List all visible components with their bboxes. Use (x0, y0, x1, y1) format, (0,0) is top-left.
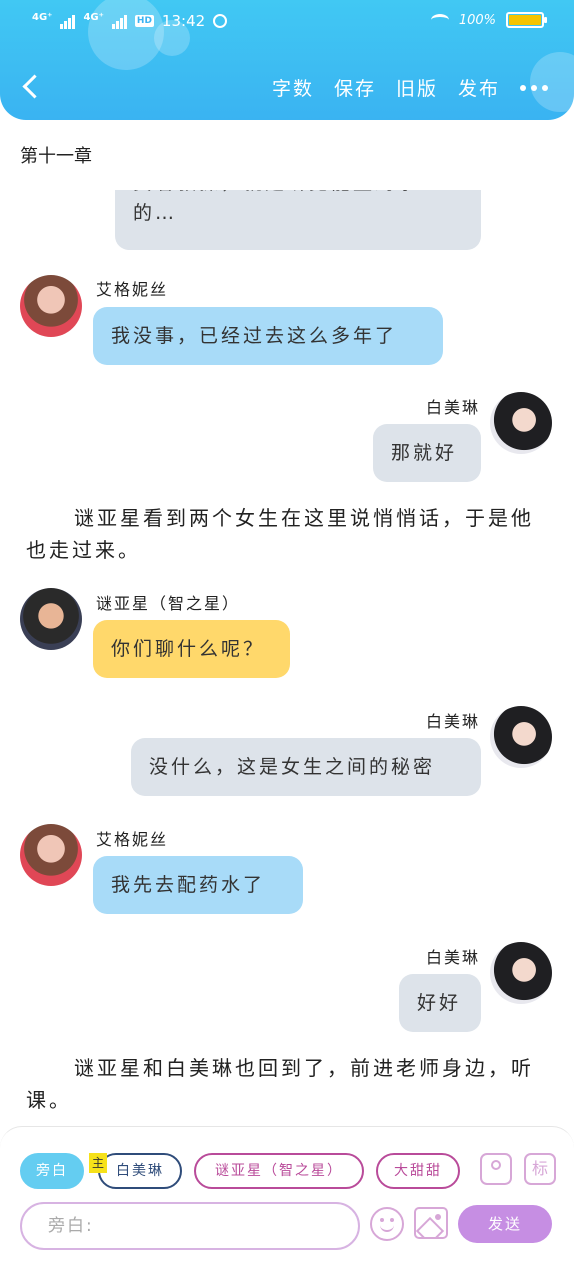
narration-text[interactable]: 谜亚星看到两个女生在这里说悄悄话，于是他也走过来。 (26, 502, 554, 566)
avatar-bai-meilin[interactable] (490, 706, 552, 768)
message-text: 那就好 (391, 442, 458, 464)
message-text: 我没事，已经过去这么多年了 (111, 325, 398, 347)
message-text: 负者敦操，就是听见能量药水 (133, 190, 463, 198)
avatar-bai-meilin[interactable] (490, 392, 552, 454)
role-chip-bai-meilin[interactable]: 白美琳 (98, 1153, 182, 1189)
image-icon[interactable] (414, 1207, 448, 1239)
message-text: 好好 (417, 992, 462, 1014)
chat-area[interactable]: 负者敦操，就是听见能量药水 的… 艾格妮丝 我没事，已经过去这么多年了 白美琳 … (0, 190, 574, 1125)
back-arrow-icon[interactable] (18, 72, 46, 104)
publish-button[interactable]: 发布 (458, 74, 500, 101)
message-bubble[interactable]: 好好 (399, 974, 481, 1032)
old-version-button[interactable]: 旧版 (396, 74, 438, 101)
main-character-badge: 主 (89, 1153, 107, 1173)
network-label: 4G⁺ (32, 11, 53, 23)
speaker-name: 白美琳 (425, 712, 480, 731)
character-manage-icon[interactable] (480, 1153, 512, 1185)
avatar-agnes[interactable] (20, 824, 82, 886)
message-bubble[interactable]: 我没事，已经过去这么多年了 (93, 307, 443, 365)
more-icon[interactable] (520, 84, 548, 91)
word-count-button[interactable]: 字数 (272, 74, 314, 101)
narration-text[interactable]: 谜亚星和白美琳也回到了，前进老师身边，听课。 (26, 1052, 554, 1116)
nav-bar: 字数 保存 旧版 发布 (0, 62, 574, 114)
message-bubble[interactable]: 我先去配药水了 (93, 856, 303, 914)
network-label: 4G⁺ (83, 11, 104, 23)
speaker-name: 艾格妮丝 (96, 280, 169, 299)
message-text: 你们聊什么呢？ (111, 638, 266, 660)
speaker-name: 白美琳 (425, 398, 480, 417)
message-text: 没什么，这是女生之间的秘密 (149, 756, 436, 778)
save-button[interactable]: 保存 (334, 74, 376, 101)
speaker-name: 艾格妮丝 (96, 830, 169, 849)
role-chip-mi-yaxing[interactable]: 谜亚星（智之星） (194, 1153, 364, 1189)
composer-panel: 旁白 白美琳 主 谜亚星（智之星） 大甜甜 标 发送 (0, 1126, 574, 1280)
message-bubble[interactable]: 没什么，这是女生之间的秘密 (131, 738, 481, 796)
status-bar: 4G⁺ 4G⁺ HD 13:42 100% (0, 0, 574, 44)
emoji-icon[interactable] (370, 1207, 404, 1241)
hd-icon: HD (134, 15, 154, 27)
signal-icon (60, 13, 76, 29)
app-notification-icon (213, 14, 228, 28)
avatar-agnes[interactable] (20, 275, 82, 337)
message-input[interactable] (20, 1202, 360, 1250)
app-header: 4G⁺ 4G⁺ HD 13:42 100% 字数 保存 旧版 发布 (0, 0, 574, 120)
battery-fill (509, 15, 541, 25)
role-chip-narration[interactable]: 旁白 (20, 1153, 84, 1189)
send-button[interactable]: 发送 (458, 1205, 552, 1243)
message-text: 我先去配药水了 (111, 874, 266, 896)
message-bubble[interactable]: 你们聊什么呢？ (93, 620, 290, 678)
signal-icon (111, 13, 127, 29)
message-bubble[interactable]: 那就好 (373, 424, 481, 482)
role-chip-datiantian[interactable]: 大甜甜 (376, 1153, 460, 1189)
speaker-name: 白美琳 (425, 948, 480, 967)
avatar-mi-yaxing[interactable] (20, 588, 82, 650)
message-text: 的… (133, 202, 178, 224)
speaker-name: 谜亚星（智之星） (96, 594, 241, 613)
clock: 13:42 (161, 12, 206, 30)
battery-percent: 100% (458, 12, 496, 28)
mark-icon[interactable]: 标 (524, 1153, 556, 1185)
wifi-icon (430, 14, 449, 26)
battery-icon (506, 12, 547, 28)
chapter-title: 第十一章 (20, 146, 92, 167)
message-bubble[interactable]: 负者敦操，就是听见能量药水 的… (115, 190, 481, 250)
avatar-bai-meilin[interactable] (490, 942, 552, 1004)
